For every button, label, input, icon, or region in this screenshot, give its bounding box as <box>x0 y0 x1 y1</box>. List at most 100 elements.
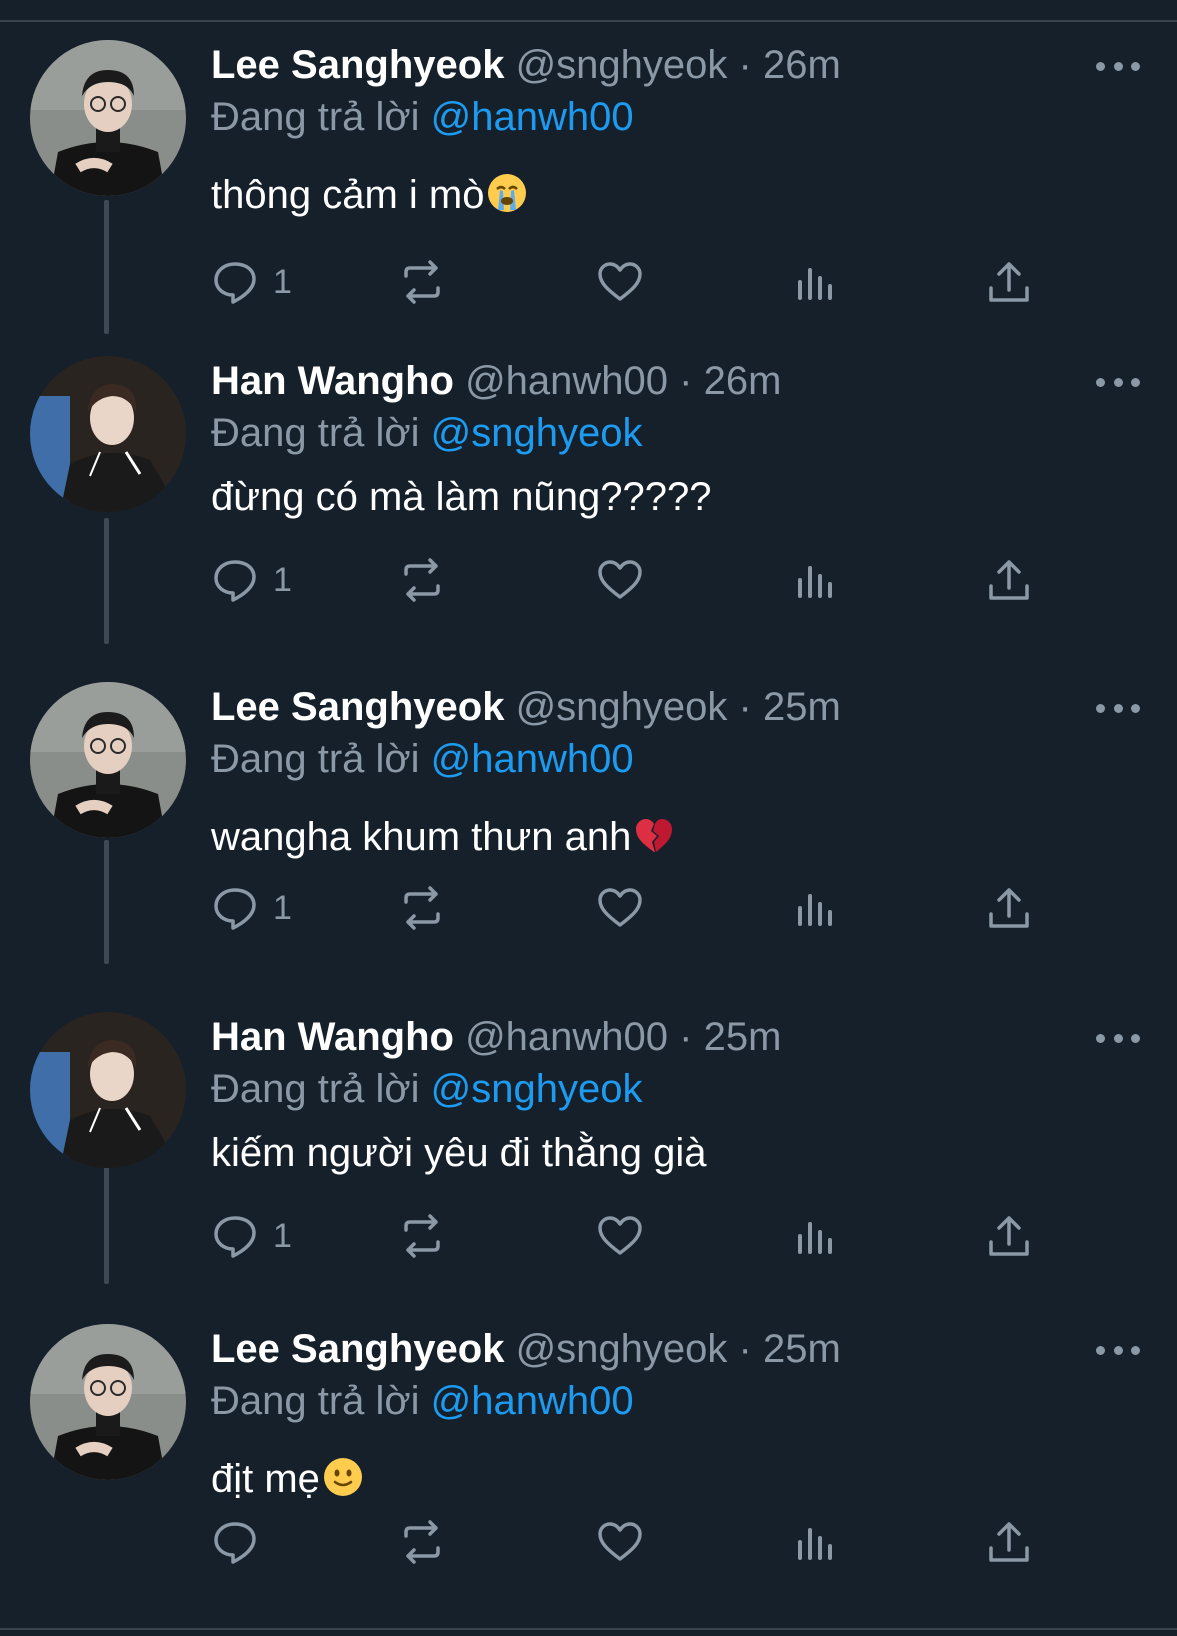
reply-button[interactable]: 1 <box>211 1206 292 1266</box>
view-count-button[interactable] <box>790 1512 838 1572</box>
mention-link[interactable]: @snghyeok <box>431 411 643 455</box>
display-name[interactable]: Lee Sanghyeok <box>211 685 504 729</box>
share-icon <box>989 560 1029 600</box>
tweet-actions: 1 <box>0 878 1177 938</box>
view-count-button[interactable] <box>790 878 838 938</box>
mention-link[interactable]: @hanwh00 <box>431 737 634 781</box>
slightly-smiling-face-emoji <box>322 1456 364 1498</box>
like-button[interactable] <box>596 252 644 312</box>
display-name[interactable]: Han Wangho <box>211 1015 454 1059</box>
avatar[interactable] <box>30 1324 186 1480</box>
replying-to: Đang trả lời @snghyeok <box>211 408 643 458</box>
tweet-actions: 1 <box>0 550 1177 610</box>
heart-icon <box>598 888 642 927</box>
heart-icon <box>598 1522 642 1561</box>
separator-dot: · <box>679 359 693 403</box>
tweet-actions: 1 <box>0 1206 1177 1266</box>
timestamp[interactable]: 26m <box>763 43 841 87</box>
display-name[interactable]: Lee Sanghyeok <box>211 1327 504 1371</box>
reply-icon <box>214 1216 256 1258</box>
replying-to: Đang trả lời @hanwh00 <box>211 92 634 142</box>
user-handle[interactable]: @snghyeok <box>516 43 728 87</box>
view-count-button[interactable] <box>790 252 838 312</box>
reply-count: 1 <box>273 888 292 927</box>
separator-dot: · <box>679 1015 693 1059</box>
loudly-crying-face-emoji <box>486 172 528 214</box>
tweet[interactable]: Lee Sanghyeok @snghyeok · 25m Đang trả l… <box>0 682 1177 982</box>
reply-button[interactable]: 1 <box>211 550 292 610</box>
tweet-text: thông cảm i mò <box>211 170 528 220</box>
retweet-icon <box>404 558 440 602</box>
heart-icon <box>598 560 642 599</box>
tweet[interactable]: Lee Sanghyeok @snghyeok · 25m Đang trả l… <box>0 1324 1177 1624</box>
reply-button[interactable] <box>211 1512 273 1572</box>
like-button[interactable] <box>596 550 644 610</box>
more-options-icon[interactable] <box>1096 1342 1140 1358</box>
analytics-icon <box>798 1222 832 1254</box>
broken-heart-emoji <box>633 814 675 856</box>
view-count-button[interactable] <box>790 550 838 610</box>
user-handle[interactable]: @hanwh00 <box>465 359 668 403</box>
share-button[interactable] <box>985 878 1033 938</box>
timestamp[interactable]: 25m <box>763 1327 841 1371</box>
more-options-icon[interactable] <box>1096 374 1140 390</box>
tweet-text-content: kiếm người yêu đi thằng già <box>211 1131 707 1175</box>
more-options-icon[interactable] <box>1096 700 1140 716</box>
retweet-button[interactable] <box>398 878 446 938</box>
retweet-button[interactable] <box>398 1512 446 1572</box>
retweet-button[interactable] <box>398 252 446 312</box>
display-name[interactable]: Lee Sanghyeok <box>211 43 504 87</box>
share-button[interactable] <box>985 1206 1033 1266</box>
analytics-icon <box>798 268 832 300</box>
more-options-icon[interactable] <box>1096 58 1140 74</box>
like-button[interactable] <box>596 1512 644 1572</box>
retweet-icon <box>404 886 440 930</box>
like-button[interactable] <box>596 1206 644 1266</box>
user-handle[interactable]: @hanwh00 <box>465 1015 668 1059</box>
share-icon <box>989 1522 1029 1562</box>
share-button[interactable] <box>985 550 1033 610</box>
retweet-button[interactable] <box>398 550 446 610</box>
reply-icon <box>214 1522 256 1564</box>
mention-link[interactable]: @hanwh00 <box>431 95 634 139</box>
reply-button[interactable]: 1 <box>211 878 292 938</box>
user-handle[interactable]: @snghyeok <box>516 685 728 729</box>
avatar[interactable] <box>30 356 186 512</box>
retweet-button[interactable] <box>398 1206 446 1266</box>
tweet[interactable]: Han Wangho @hanwh00 · 25m Đang trả lời @… <box>0 1012 1177 1312</box>
share-button[interactable] <box>985 252 1033 312</box>
reply-button[interactable]: 1 <box>211 252 292 312</box>
replying-to: Đang trả lời @hanwh00 <box>211 1376 634 1426</box>
lee-avatar-image <box>30 682 186 838</box>
tweet-header: Han Wangho @hanwh00 · 26m <box>211 356 781 406</box>
tweet-header: Han Wangho @hanwh00 · 25m <box>211 1012 781 1062</box>
replying-to-label: Đang trả lời <box>211 95 420 139</box>
lee-avatar-image <box>30 40 186 196</box>
tweet-text-content: thông cảm i mò <box>211 173 485 217</box>
display-name[interactable]: Han Wangho <box>211 359 454 403</box>
timestamp[interactable]: 25m <box>704 1015 782 1059</box>
avatar[interactable] <box>30 40 186 196</box>
analytics-icon <box>798 1528 832 1560</box>
view-count-button[interactable] <box>790 1206 838 1266</box>
tweet[interactable]: Lee Sanghyeok @snghyeok · 26m Đang trả l… <box>0 40 1177 340</box>
tweet[interactable]: Han Wangho @hanwh00 · 26m Đang trả lời @… <box>0 356 1177 656</box>
mention-link[interactable]: @snghyeok <box>431 1067 643 1111</box>
avatar[interactable] <box>30 1012 186 1168</box>
timestamp[interactable]: 26m <box>704 359 782 403</box>
bottom-divider <box>0 1628 1177 1630</box>
han-avatar-image <box>30 1012 186 1168</box>
user-handle[interactable]: @snghyeok <box>516 1327 728 1371</box>
mention-link[interactable]: @hanwh00 <box>431 1379 634 1423</box>
more-options-icon[interactable] <box>1096 1030 1140 1046</box>
top-divider <box>0 20 1177 22</box>
replying-to-label: Đang trả lời <box>211 737 420 781</box>
share-button[interactable] <box>985 1512 1033 1572</box>
avatar[interactable] <box>30 682 186 838</box>
tweet-header: Lee Sanghyeok @snghyeok · 25m <box>211 682 841 732</box>
like-button[interactable] <box>596 878 644 938</box>
reply-count: 1 <box>273 1216 292 1255</box>
replying-to: Đang trả lời @hanwh00 <box>211 734 634 784</box>
tweet-actions: 1 <box>0 252 1177 312</box>
timestamp[interactable]: 25m <box>763 685 841 729</box>
